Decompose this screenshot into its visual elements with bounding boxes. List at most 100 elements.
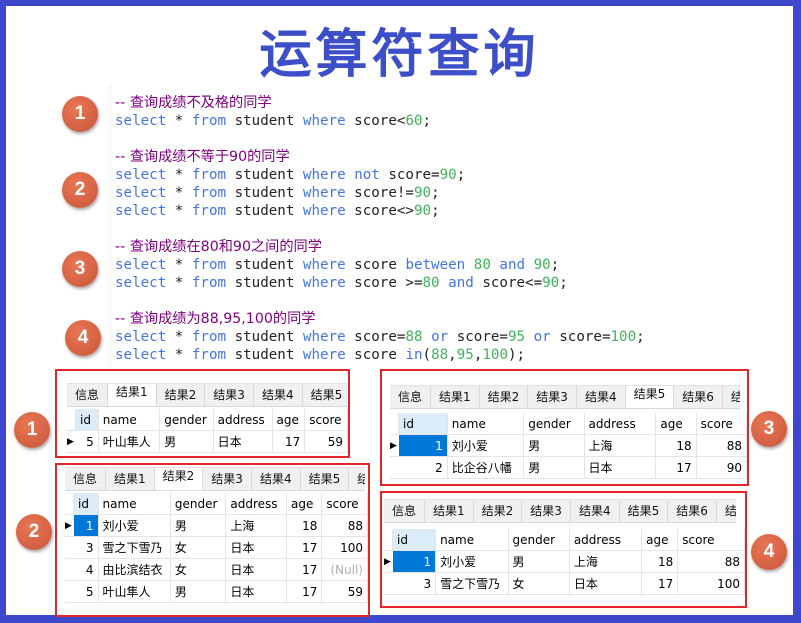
tab-result-1[interactable]: 结果1 [425, 500, 474, 522]
tab-result-2[interactable]: 结果2 [154, 468, 204, 490]
table-row[interactable]: ▶ 1 刘小爱男上海 18 88 [384, 550, 745, 573]
cell-score[interactable]: 88 [677, 550, 745, 573]
column-header-name[interactable]: name [435, 529, 509, 551]
cell-name[interactable]: 叶山隼人 [98, 430, 161, 453]
tab-result-4[interactable]: 结果4 [577, 386, 626, 408]
tab-result-7[interactable]: 结 [717, 500, 736, 522]
cell-gender[interactable]: 女 [170, 536, 227, 559]
tab-result-5[interactable]: 结果5 [301, 468, 350, 490]
table-row[interactable]: ▶ 1 刘小爱男上海 18 88 [390, 434, 748, 457]
column-header-name[interactable]: name [447, 413, 525, 435]
cell-name[interactable]: 刘小爱 [98, 514, 171, 537]
column-header-age[interactable]: age [655, 413, 697, 435]
column-header-id[interactable]: id [398, 413, 448, 435]
column-header-score[interactable]: score [677, 529, 745, 551]
cell-gender[interactable]: 男 [508, 550, 570, 573]
cell-gender[interactable]: 男 [170, 514, 227, 537]
cell-score[interactable]: 100 [321, 536, 368, 559]
column-header-age[interactable]: age [272, 409, 306, 431]
column-header-score[interactable]: score [304, 409, 348, 431]
cell-id[interactable]: 5 [73, 580, 99, 603]
cell-gender[interactable]: 男 [523, 434, 585, 457]
column-header-gender[interactable]: gender [170, 493, 227, 515]
column-header-score[interactable]: score [321, 493, 368, 515]
cell-age[interactable]: 17 [655, 456, 697, 479]
cell-age[interactable]: 17 [286, 558, 323, 581]
cell-id[interactable]: 1 [73, 514, 99, 537]
cell-address[interactable]: 日本 [225, 536, 288, 559]
column-header-address[interactable]: address [584, 413, 657, 435]
cell-address[interactable]: 上海 [225, 514, 288, 537]
cell-id[interactable]: 5 [75, 430, 99, 453]
tab-result-1[interactable]: 结果1 [106, 468, 155, 490]
tab-info[interactable]: 信息 [67, 384, 109, 406]
column-header-score[interactable]: score [696, 413, 748, 435]
tab-result-5[interactable]: 结果5 [620, 500, 669, 522]
cell-score[interactable]: (Null) [321, 558, 368, 581]
cell-score[interactable]: 90 [696, 456, 748, 479]
tab-result-3[interactable]: 结果3 [522, 500, 571, 522]
cell-score[interactable]: 100 [677, 572, 745, 595]
tab-result-1[interactable]: 结果1 [431, 386, 480, 408]
cell-name[interactable]: 叶山隼人 [98, 580, 171, 603]
tab-result-7[interactable]: 结 [723, 386, 740, 408]
tab-result-6[interactable]: 结果6 [674, 386, 723, 408]
cell-address[interactable]: 日本 [569, 572, 643, 595]
column-header-name[interactable]: name [98, 493, 171, 515]
tab-result-3[interactable]: 结果3 [203, 468, 252, 490]
cell-age[interactable]: 18 [286, 514, 323, 537]
tab-result-1[interactable]: 结果1 [108, 384, 157, 406]
column-header-gender[interactable]: gender [159, 409, 214, 431]
tab-result-4[interactable]: 结果4 [571, 500, 620, 522]
cell-name[interactable]: 雪之下雪乃 [98, 536, 171, 559]
cell-score[interactable]: 59 [304, 430, 348, 453]
cell-name[interactable]: 刘小爱 [447, 434, 525, 457]
cell-id[interactable]: 3 [392, 572, 437, 595]
cell-gender[interactable]: 男 [523, 456, 585, 479]
tab-info[interactable]: 信息 [390, 386, 432, 408]
tab-info[interactable]: 信息 [384, 500, 426, 522]
cell-id[interactable]: 3 [73, 536, 99, 559]
column-header-age[interactable]: age [286, 493, 323, 515]
table-row[interactable]: 5 叶山隼人男日本 17 59 [65, 580, 368, 603]
column-header-id[interactable]: id [75, 409, 99, 431]
tab-info[interactable]: 信息 [65, 468, 107, 490]
table-row[interactable]: 3 雪之下雪乃女日本 17 100 [384, 572, 745, 595]
column-header-gender[interactable]: gender [523, 413, 585, 435]
cell-address[interactable]: 日本 [213, 430, 273, 453]
cell-gender[interactable]: 男 [159, 430, 214, 453]
cell-score[interactable]: 88 [696, 434, 748, 457]
tab-result-6[interactable]: 结果6 [668, 500, 717, 522]
column-header-id[interactable]: id [73, 493, 99, 515]
cell-address[interactable]: 日本 [225, 558, 288, 581]
table-row[interactable]: 4 由比滨结衣女日本 17 (Null) [65, 558, 368, 581]
table-row[interactable]: 3 雪之下雪乃女日本 17 100 [65, 536, 368, 559]
tab-result-5[interactable]: 结果5 [625, 386, 675, 408]
cell-age[interactable]: 18 [641, 550, 679, 573]
cell-id[interactable]: 1 [392, 550, 437, 573]
cell-score[interactable]: 59 [321, 580, 368, 603]
cell-age[interactable]: 18 [655, 434, 697, 457]
cell-address[interactable]: 上海 [569, 550, 643, 573]
cell-gender[interactable]: 女 [508, 572, 570, 595]
tab-result-5[interactable]: 结果5 [303, 384, 347, 406]
column-header-address[interactable]: address [213, 409, 273, 431]
column-header-name[interactable]: name [98, 409, 161, 431]
cell-age[interactable]: 17 [272, 430, 306, 453]
table-row[interactable]: ▶ 1 刘小爱男上海 18 88 [65, 514, 368, 537]
cell-id[interactable]: 4 [73, 558, 99, 581]
tab-result-3[interactable]: 结果3 [205, 384, 254, 406]
tab-result-2[interactable]: 结果2 [157, 384, 206, 406]
tab-result-2[interactable]: 结果2 [474, 500, 523, 522]
column-header-address[interactable]: address [569, 529, 643, 551]
tab-result-2[interactable]: 结果2 [480, 386, 529, 408]
cell-name[interactable]: 由比滨结衣 [98, 558, 171, 581]
cell-id[interactable]: 2 [398, 456, 448, 479]
cell-name[interactable]: 雪之下雪乃 [435, 572, 509, 595]
cell-address[interactable]: 日本 [225, 580, 288, 603]
cell-name[interactable]: 刘小爱 [435, 550, 509, 573]
cell-age[interactable]: 17 [641, 572, 679, 595]
cell-age[interactable]: 17 [286, 580, 323, 603]
cell-address[interactable]: 日本 [584, 456, 657, 479]
tab-result-4[interactable]: 结果4 [252, 468, 301, 490]
